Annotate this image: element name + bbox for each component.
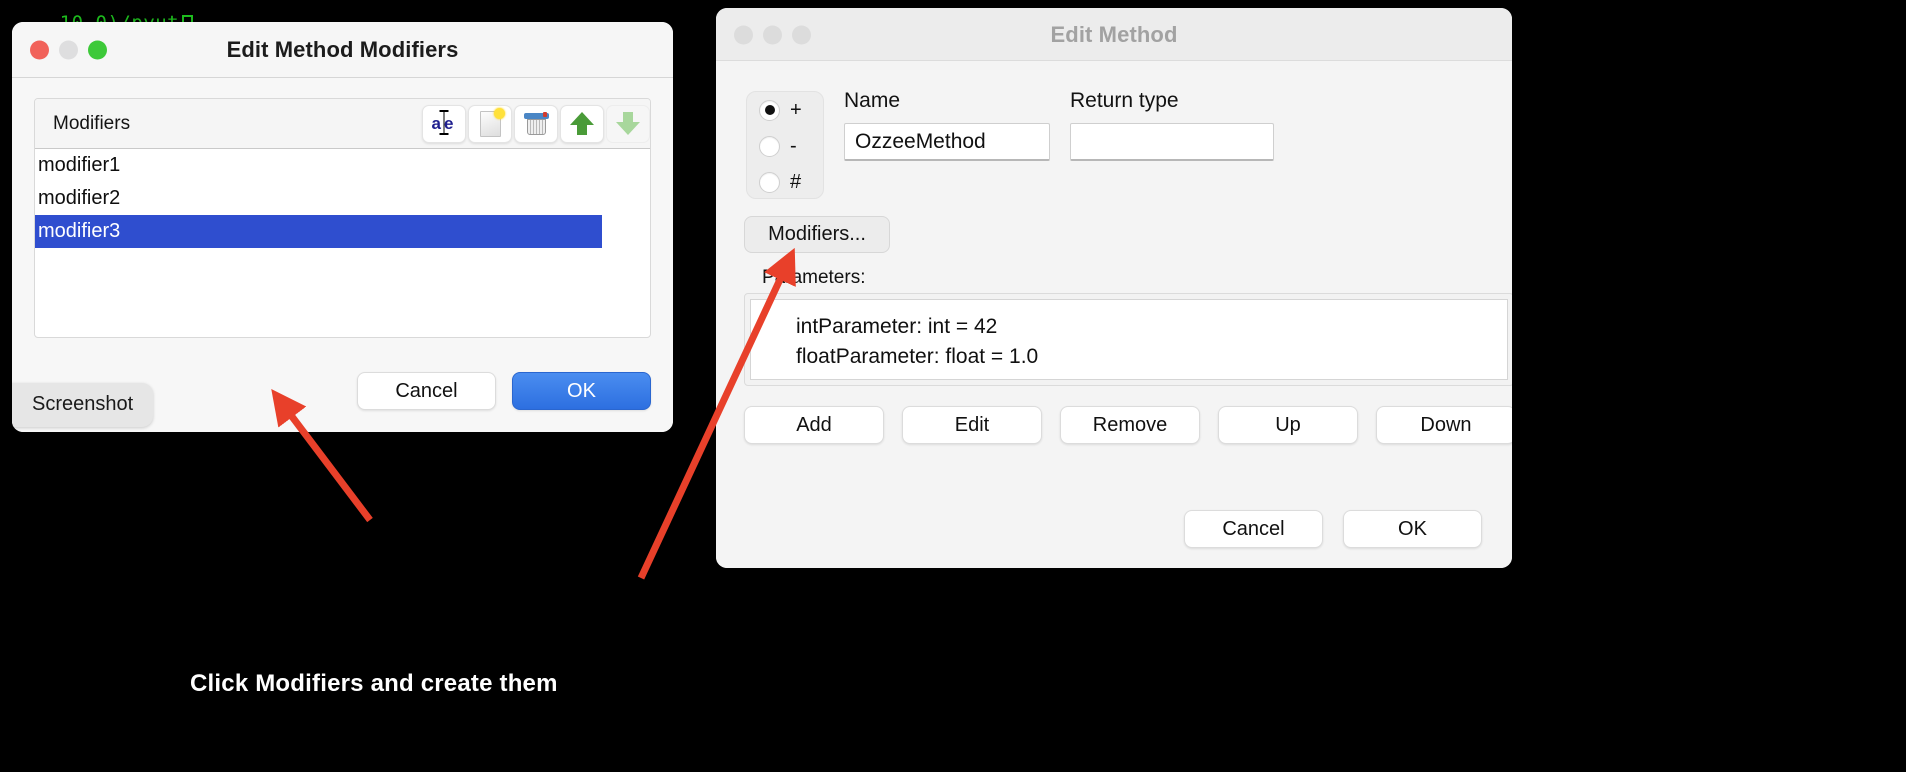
cancel-button[interactable]: Cancel (357, 372, 496, 410)
screen-root: .10.0)/pyut Edit Method Modifiers Modifi… (0, 0, 1906, 772)
ok-button[interactable]: OK (1343, 510, 1482, 548)
edit-method-traffic-lights (734, 25, 811, 44)
modifiers-titlebar: Edit Method Modifiers (12, 22, 673, 78)
edit-method-titlebar: Edit Method (716, 8, 1512, 61)
move-parameter-up-label: Up (1275, 413, 1301, 436)
modifiers-list-header: Modifiers ae (35, 99, 650, 149)
modifiers-button[interactable]: Modifiers... (744, 216, 890, 253)
list-item-label: modifier3 (38, 220, 121, 242)
visibility-label-public: + (790, 98, 802, 121)
list-item[interactable]: modifier1 (35, 149, 650, 182)
close-button-icon[interactable] (734, 25, 753, 44)
arrow-up-icon (570, 111, 594, 136)
ok-button-label: OK (1398, 517, 1427, 540)
modifiers-column-header: Modifiers (53, 112, 131, 134)
move-modifier-up-button[interactable] (560, 104, 604, 143)
annotation-caption: Click Modifiers and create them (190, 670, 558, 697)
radio-icon-private[interactable] (759, 135, 780, 157)
return-type-input[interactable] (1070, 123, 1274, 161)
parameters-panel: intParameter: int = 42 floatParameter: f… (744, 293, 1512, 386)
edit-method-modifiers-window: Edit Method Modifiers Modifiers ae modif… (12, 22, 673, 432)
parameter-row[interactable]: floatParameter: float = 1.0 (796, 342, 1507, 372)
parameters-list[interactable]: intParameter: int = 42 floatParameter: f… (750, 299, 1508, 380)
parameters-label: Parameters: (762, 267, 866, 288)
move-parameter-up-button[interactable]: Up (1218, 406, 1358, 444)
zoom-button-icon[interactable] (88, 40, 107, 60)
edit-method-window-title: Edit Method (1050, 21, 1178, 47)
edit-parameter-button[interactable]: Edit (902, 406, 1042, 444)
name-input-value: OzzeeMethod (855, 129, 986, 153)
rename-icon: ae (432, 109, 457, 135)
remove-parameter-label: Remove (1092, 413, 1168, 436)
visibility-label-protected: # (790, 170, 802, 193)
list-item-label: modifier1 (38, 154, 121, 176)
list-item-label: modifier2 (38, 187, 121, 209)
add-parameter-button[interactable]: Add (744, 406, 884, 444)
cancel-button[interactable]: Cancel (1184, 510, 1323, 548)
modifiers-footer: Cancel OK (357, 372, 651, 410)
minimize-button-icon[interactable] (763, 25, 782, 44)
edit-method-window: Edit Method + - # Name OzzeeMethod Retur… (716, 8, 1512, 568)
modifiers-window-title: Edit Method Modifiers (226, 37, 459, 62)
move-parameter-down-button[interactable]: Down (1376, 406, 1512, 444)
visibility-option-private[interactable]: - (747, 128, 823, 164)
visibility-option-protected[interactable]: # (747, 164, 823, 200)
ok-button-label: OK (567, 379, 596, 402)
cancel-button-label: Cancel (395, 379, 458, 402)
arrow-down-icon (616, 111, 640, 136)
list-item[interactable]: modifier2 (35, 182, 650, 215)
screenshot-badge: Screenshot (12, 383, 154, 427)
radio-icon-public[interactable] (759, 99, 780, 121)
cancel-button-label: Cancel (1222, 517, 1285, 540)
edit-method-footer: Cancel OK (1184, 510, 1482, 548)
return-type-field-label: Return type (1070, 89, 1179, 112)
add-modifier-button[interactable] (468, 104, 512, 143)
edit-parameter-label: Edit (954, 413, 990, 436)
visibility-radio-group: + - # (746, 91, 824, 199)
modifiers-list-panel: Modifiers ae modifier1 modifier2 modifie… (34, 98, 651, 338)
modifiers-body: Modifiers ae modifier1 modifier2 modifie… (12, 78, 673, 432)
add-parameter-label: Add (796, 413, 832, 436)
modifiers-toolbar: ae (422, 104, 650, 143)
rename-modifier-button[interactable]: ae (422, 104, 466, 143)
modifiers-button-label: Modifiers... (768, 223, 866, 245)
edit-method-body: + - # Name OzzeeMethod Return type Modif… (716, 61, 1512, 568)
radio-icon-protected[interactable] (759, 171, 780, 193)
name-input[interactable]: OzzeeMethod (844, 123, 1050, 161)
list-item-selected[interactable]: modifier3 (35, 215, 602, 248)
remove-parameter-button[interactable]: Remove (1060, 406, 1200, 444)
modifiers-traffic-lights (30, 40, 107, 60)
visibility-option-public[interactable]: + (747, 92, 823, 128)
move-modifier-down-button[interactable] (606, 104, 650, 143)
screenshot-badge-label: Screenshot (32, 393, 134, 415)
parameter-row[interactable]: intParameter: int = 42 (796, 312, 1507, 342)
delete-modifier-button[interactable] (514, 104, 558, 143)
new-document-icon (479, 107, 505, 137)
name-field-label: Name (844, 89, 901, 112)
close-button-icon[interactable] (30, 40, 49, 60)
parameter-actions: Add Edit Remove Up Down (744, 406, 1512, 444)
minimize-button-icon[interactable] (59, 40, 78, 60)
visibility-label-private: - (790, 134, 797, 157)
trash-icon (523, 111, 549, 136)
zoom-button-icon[interactable] (792, 25, 811, 44)
modifiers-list-rows: modifier1 modifier2 modifier3 (35, 149, 650, 248)
ok-button[interactable]: OK (512, 372, 651, 410)
move-parameter-down-label: Down (1420, 413, 1472, 436)
